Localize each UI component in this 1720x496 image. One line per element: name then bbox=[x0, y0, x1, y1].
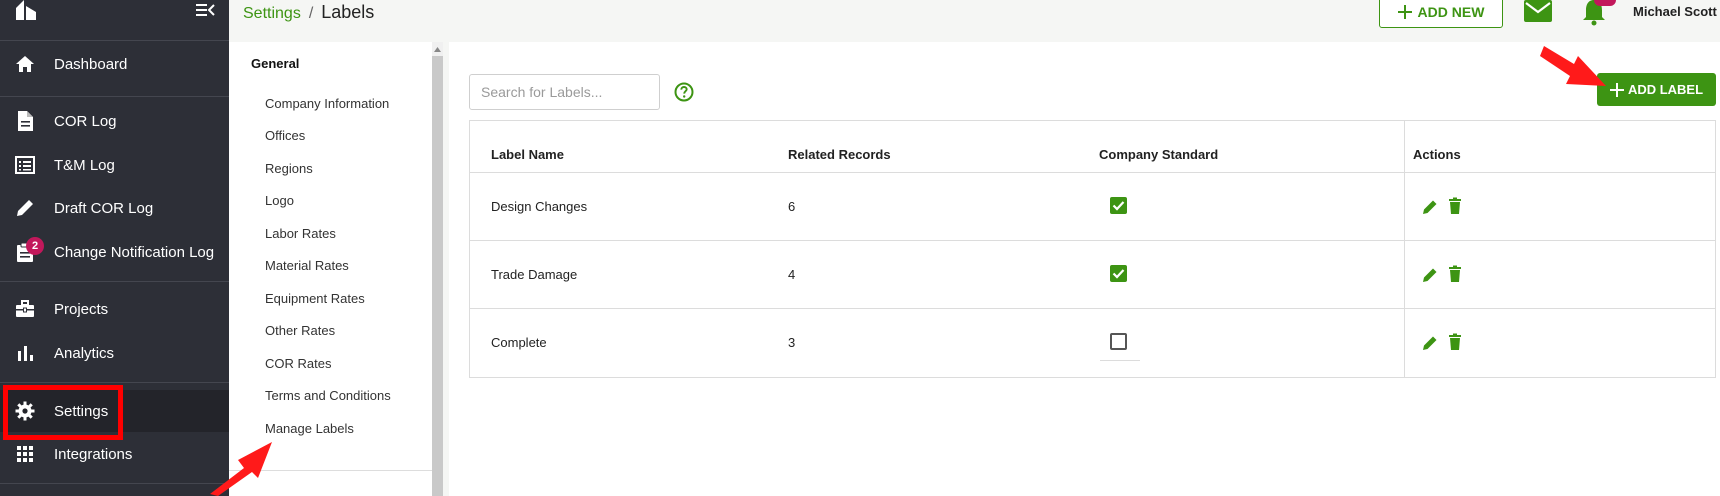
grid-icon bbox=[14, 443, 36, 465]
sidebar-item-label: T&M Log bbox=[54, 156, 115, 174]
sidebar-item-label: COR Log bbox=[54, 112, 117, 130]
settings-menu-item-terms-and-conditions[interactable]: Terms and Conditions bbox=[265, 388, 391, 403]
label-name-cell: Trade Damage bbox=[491, 267, 578, 282]
company-standard-checkbox[interactable] bbox=[1110, 265, 1127, 282]
sidebar-item-label: Dashboard bbox=[54, 55, 128, 73]
list-icon bbox=[14, 154, 36, 176]
company-standard-checkbox[interactable] bbox=[1110, 197, 1127, 214]
sidebar-item-cor-log[interactable]: COR Log bbox=[0, 100, 229, 142]
edit-pencil-icon[interactable] bbox=[1421, 198, 1439, 216]
settings-menu-scrollbar[interactable] bbox=[432, 42, 443, 496]
company-standard-checkbox[interactable] bbox=[1110, 333, 1127, 350]
labels-table: Label Name Related Records Company Stand… bbox=[469, 120, 1716, 378]
scroll-up-arrow-icon[interactable] bbox=[432, 42, 443, 56]
help-icon[interactable] bbox=[674, 82, 694, 102]
settings-menu: General Company Information Offices Regi… bbox=[229, 42, 443, 496]
breadcrumb-settings-link[interactable]: Settings bbox=[243, 5, 301, 22]
settings-menu-item-offices[interactable]: Offices bbox=[265, 128, 305, 143]
plus-icon bbox=[1397, 5, 1412, 19]
label-name-cell: Complete bbox=[491, 335, 547, 350]
settings-menu-item-equipment-rates[interactable]: Equipment Rates bbox=[265, 291, 365, 306]
actions-column-divider bbox=[1404, 121, 1405, 377]
column-header-actions: Actions bbox=[1413, 147, 1461, 162]
related-records-cell: 3 bbox=[788, 335, 796, 350]
related-records-cell: 6 bbox=[788, 199, 796, 214]
row-divider bbox=[470, 308, 1715, 309]
row-divider bbox=[470, 240, 1715, 241]
settings-highlight-box bbox=[3, 385, 123, 440]
sidebar-item-label: Analytics bbox=[54, 344, 115, 362]
logo-icon[interactable] bbox=[14, 0, 38, 20]
delete-trash-icon[interactable] bbox=[1446, 265, 1464, 283]
settings-menu-item-material-rates[interactable]: Material Rates bbox=[265, 258, 349, 273]
edit-pencil-icon[interactable] bbox=[1421, 334, 1439, 352]
briefcase-icon bbox=[14, 298, 36, 320]
delete-trash-icon[interactable] bbox=[1446, 333, 1464, 351]
top-bar: Settings / Labels ADD NEW Michael Scott bbox=[229, 0, 1720, 42]
collapse-menu-icon[interactable] bbox=[196, 2, 216, 18]
add-new-label: ADD NEW bbox=[1417, 4, 1485, 20]
sidebar-item-projects[interactable]: Projects bbox=[0, 288, 229, 330]
sidebar-divider bbox=[0, 40, 229, 41]
sidebar-item-change-notification-log[interactable]: 2 Change Notification Log bbox=[0, 231, 229, 273]
settings-menu-heading: General bbox=[251, 56, 300, 71]
sidebar-item-tm-log[interactable]: T&M Log bbox=[0, 144, 229, 186]
page-title: Labels bbox=[321, 2, 375, 22]
annotation-arrow-icon bbox=[1540, 46, 1606, 86]
home-icon bbox=[14, 53, 36, 75]
user-name[interactable]: Michael Scott bbox=[1633, 4, 1717, 19]
breadcrumb: Settings / Labels bbox=[243, 2, 374, 23]
sidebar-divider bbox=[0, 96, 229, 97]
sidebar-item-draft-cor-log[interactable]: Draft COR Log bbox=[0, 187, 229, 229]
mail-icon[interactable] bbox=[1523, 0, 1553, 24]
add-label-text: ADD LABEL bbox=[1627, 82, 1704, 97]
notification-badge bbox=[1594, 0, 1616, 6]
sidebar-item-label: Draft COR Log bbox=[54, 199, 154, 217]
sidebar-item-label: Integrations bbox=[54, 445, 133, 463]
checkmark-icon bbox=[1112, 269, 1125, 279]
checkbox-underline bbox=[1100, 360, 1140, 361]
plus-icon bbox=[1609, 82, 1624, 97]
sidebar-divider bbox=[0, 382, 229, 383]
sidebar-item-dashboard[interactable]: Dashboard bbox=[0, 43, 229, 85]
search-labels-input[interactable] bbox=[469, 74, 660, 110]
pencil-icon bbox=[14, 197, 36, 219]
settings-menu-item-company-information[interactable]: Company Information bbox=[265, 96, 389, 111]
document-icon bbox=[14, 110, 36, 132]
settings-menu-item-cor-rates[interactable]: COR Rates bbox=[265, 356, 331, 371]
sidebar-divider bbox=[0, 281, 229, 282]
breadcrumb-separator: / bbox=[308, 5, 314, 22]
column-header-company-standard[interactable]: Company Standard bbox=[1099, 147, 1218, 162]
settings-menu-item-other-rates[interactable]: Other Rates bbox=[265, 323, 335, 338]
annotation-arrow-icon bbox=[210, 442, 272, 496]
add-new-button[interactable]: ADD NEW bbox=[1379, 0, 1503, 28]
settings-menu-item-regions[interactable]: Regions bbox=[265, 161, 313, 176]
add-label-button[interactable]: ADD LABEL bbox=[1597, 73, 1716, 106]
delete-trash-icon[interactable] bbox=[1446, 197, 1464, 215]
column-header-related-records[interactable]: Related Records bbox=[788, 147, 891, 162]
sidebar-item-label: Change Notification Log bbox=[54, 243, 215, 261]
label-name-cell: Design Changes bbox=[491, 199, 588, 214]
settings-menu-item-manage-labels[interactable]: Manage Labels bbox=[265, 421, 354, 436]
settings-menu-item-labor-rates[interactable]: Labor Rates bbox=[265, 226, 336, 241]
related-records-cell: 4 bbox=[788, 267, 796, 282]
sidebar-item-label: Projects bbox=[54, 300, 109, 318]
checkmark-icon bbox=[1112, 201, 1125, 211]
sidebar-divider bbox=[0, 483, 229, 484]
row-divider bbox=[470, 172, 1715, 173]
column-header-label-name[interactable]: Label Name bbox=[491, 147, 564, 162]
notification-count-badge: 2 bbox=[26, 237, 44, 255]
edit-pencil-icon[interactable] bbox=[1421, 266, 1439, 284]
settings-menu-item-logo[interactable]: Logo bbox=[265, 193, 294, 208]
bar-chart-icon bbox=[14, 342, 36, 364]
sidebar-item-analytics[interactable]: Analytics bbox=[0, 332, 229, 374]
